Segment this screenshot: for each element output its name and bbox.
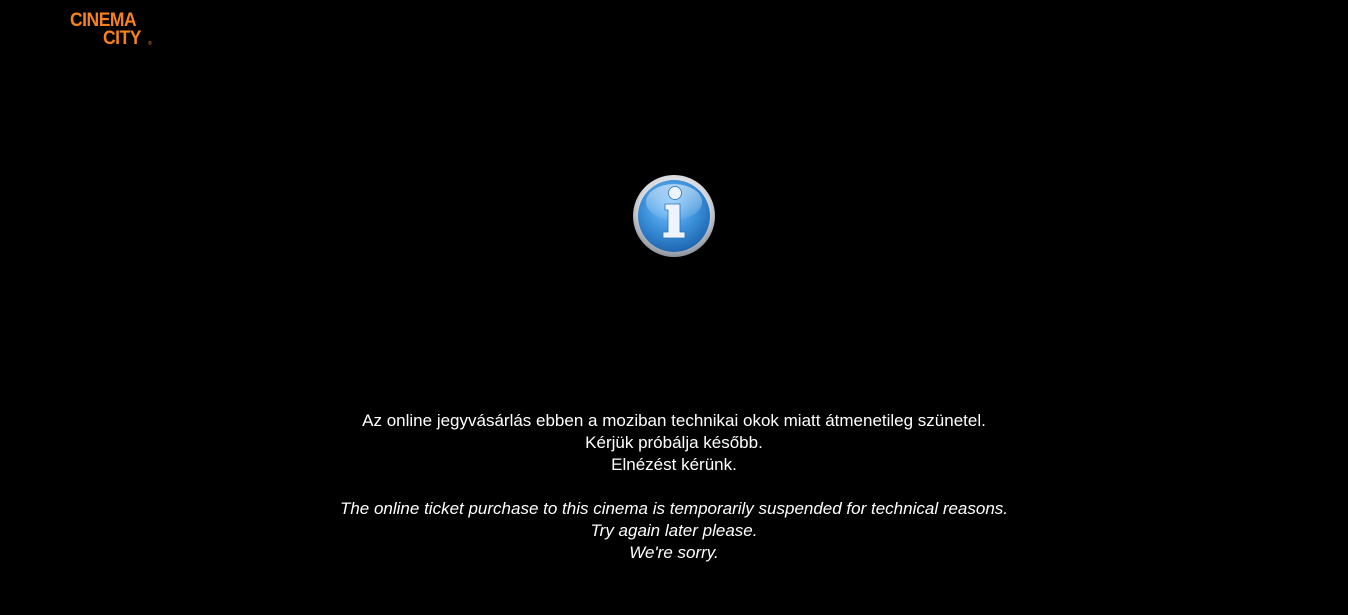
logo-line-2: CITY [103, 28, 141, 49]
cinema-city-logo[interactable]: CINEMA CITY ® [70, 11, 152, 51]
message-en-line-2: Try again later please. [590, 521, 758, 540]
info-icon [632, 174, 716, 258]
logo-trademark: ® [148, 41, 152, 47]
message-hu-line-1: Az online jegyvásárlás ebben a moziban t… [362, 411, 986, 430]
message-hu-line-2: Kérjük próbálja később. [585, 433, 763, 452]
maintenance-message: Az online jegyvásárlás ebben a moziban t… [0, 410, 1348, 564]
message-en-line-3: We're sorry. [629, 543, 719, 562]
message-hu-line-3: Elnézést kérünk. [611, 455, 737, 474]
message-en-line-1: The online ticket purchase to this cinem… [339, 499, 1009, 518]
